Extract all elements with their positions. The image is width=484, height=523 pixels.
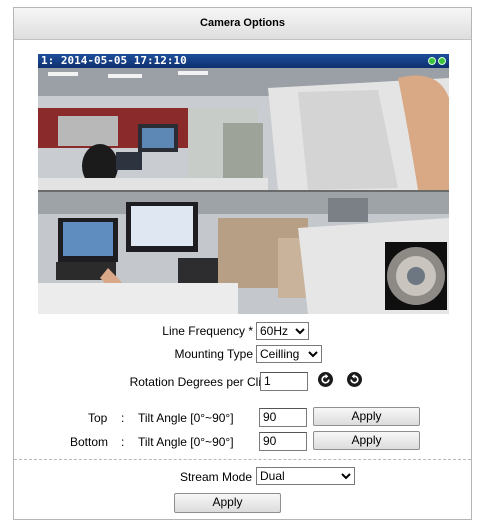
bottom-tilt-angle-input[interactable]: 90	[259, 432, 307, 451]
top-tilt-apply-button[interactable]: Apply	[313, 407, 420, 426]
top-tilt-angle-input[interactable]: 90	[259, 408, 307, 427]
rotation-degrees-input[interactable]: 1	[260, 372, 308, 391]
mounting-type-label: Mounting Type	[174, 347, 254, 361]
line-frequency-label: Line Frequency *	[162, 324, 253, 338]
bottom-position-label: Bottom	[70, 435, 109, 449]
bottom-separator: :	[121, 435, 125, 449]
chevron-down-icon	[308, 351, 318, 358]
top-tilt-angle-label: Tilt Angle [0°~90°]	[138, 411, 234, 425]
status-led-icon	[428, 57, 436, 65]
line-frequency-value: 60Hz	[260, 324, 289, 338]
video-preview[interactable]: 1: 2014-05-05 17:12:10	[38, 54, 449, 314]
stream-mode-label: Stream Mode	[179, 470, 252, 484]
line-frequency-select[interactable]: 60Hz	[256, 322, 309, 340]
camera-options-panel: Camera Options 1: 2014-05-05 17:12:10 Li…	[13, 7, 472, 520]
bottom-tilt-angle-label: Tilt Angle [0°~90°]	[138, 435, 234, 449]
status-led-icon	[438, 57, 446, 65]
apply-button[interactable]: Apply	[174, 493, 281, 513]
rotate-ccw-icon[interactable]	[318, 372, 333, 387]
bottom-tilt-apply-button[interactable]: Apply	[313, 431, 420, 450]
mounting-type-value: Ceilling	[260, 347, 300, 361]
rotate-cw-icon[interactable]	[347, 372, 362, 387]
stream-mode-value: Dual	[260, 469, 285, 483]
rotation-degrees-label: Rotation Degrees per Click	[129, 375, 273, 389]
chevron-down-icon	[295, 328, 305, 335]
mounting-type-select[interactable]: Ceilling	[256, 345, 322, 363]
top-position-label: Top	[88, 411, 108, 425]
stream-mode-select[interactable]: Dual	[256, 467, 355, 485]
chevron-down-icon	[341, 473, 351, 480]
panel-title: Camera Options	[14, 8, 471, 40]
video-timestamp-overlay: 1: 2014-05-05 17:12:10	[38, 54, 449, 68]
section-divider	[14, 459, 471, 460]
camera-scene-image	[38, 68, 449, 314]
top-separator: :	[121, 411, 125, 425]
